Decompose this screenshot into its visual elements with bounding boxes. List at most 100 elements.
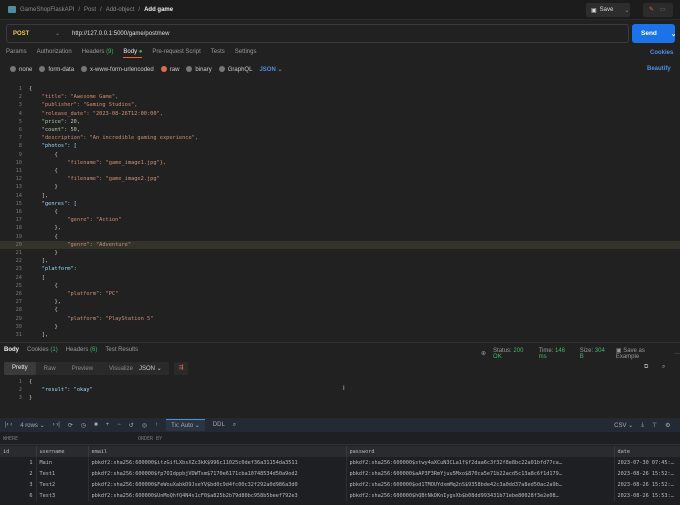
export-format-select[interactable]: CSV ⌄ (614, 422, 633, 429)
ddl-button[interactable]: DDL (213, 422, 225, 428)
cell-id[interactable]: 1 (0, 457, 37, 468)
code-line[interactable]: 13 } (0, 183, 680, 191)
divider[interactable] (0, 342, 680, 343)
add-row-icon[interactable]: + (106, 422, 110, 428)
radio-urlencoded[interactable]: x-www-form-urlencoded (81, 66, 154, 73)
cell-username[interactable]: Test3 (36, 490, 89, 501)
chevron-down-icon[interactable]: ⌄ (55, 30, 60, 37)
code-line[interactable]: 26 "platform": "PC" (0, 290, 680, 298)
code-line[interactable]: 9 { (0, 151, 680, 159)
chevron-down-icon[interactable]: ⌄ (624, 7, 629, 14)
cell-email[interactable]: pbkdf2:sha256:600000$FeWouXabkD9JseYV$bd… (88, 479, 347, 490)
tab-test-results[interactable]: Test Results (105, 347, 138, 353)
cookies-link[interactable]: Cookies (650, 50, 673, 56)
code-line[interactable]: 20 "genre": "Adventure" (0, 240, 680, 249)
column-header-id[interactable]: id (0, 446, 37, 457)
cell-date[interactable]: 2023-08-26 15:53:19 (614, 490, 680, 501)
column-header-date[interactable]: date (614, 446, 680, 457)
stop-icon[interactable]: ■ (94, 422, 98, 428)
column-header-username[interactable]: username (36, 446, 89, 457)
code-line[interactable]: 15 "genres": [ (0, 200, 680, 208)
radio-binary[interactable]: binary (186, 66, 212, 73)
code-line[interactable]: 17 "genre": "Action" (0, 216, 680, 224)
code-line[interactable]: 21 } (0, 249, 680, 257)
code-line[interactable]: 29 "platform": "PlayStation 5" (0, 315, 680, 323)
cell-email[interactable]: pbkdf2:sha256:600000$fp7OIdppbjVDWTsm$71… (88, 468, 347, 479)
cell-date[interactable]: 2023-07-30 07:45:00 (614, 457, 680, 468)
filter-icon[interactable]: ⊤ (652, 422, 657, 429)
cell-date[interactable]: 2023-08-26 15:52:32 (614, 479, 680, 490)
code-line[interactable]: 1{ (0, 85, 680, 93)
code-line[interactable]: 31 ], (0, 331, 680, 339)
code-line[interactable]: 18 }, (0, 224, 680, 232)
tab-prerequest[interactable]: Pre-request Script (152, 49, 200, 58)
code-line[interactable]: 30 } (0, 323, 680, 331)
request-body-editor[interactable]: 1{2 "title": "Awesome Game", 3 "publisher… (0, 82, 680, 342)
order-by-input[interactable]: ORDER BY (138, 436, 162, 442)
send-button[interactable]: Send ⌄ (632, 24, 676, 43)
rows-select[interactable]: 4 rows ⌄ (20, 422, 44, 429)
search-icon[interactable]: ⌕ (662, 364, 665, 371)
edit-toggle[interactable]: ✎ ▭ (643, 3, 673, 17)
code-line[interactable]: 16 { (0, 208, 680, 216)
save-button[interactable]: ▣ Save ⌄ (586, 3, 630, 17)
radio-form-data[interactable]: form-data (39, 66, 74, 73)
table-row[interactable]: 1 Main pbkdf2:sha256:600000$itzGifLXbsXZc3… (0, 457, 680, 468)
preview-icon[interactable]: ◎ (142, 422, 147, 429)
code-line[interactable]: 19 { (0, 233, 680, 241)
url-input[interactable]: http://127.0.0.1:5000/game/post/new (72, 31, 169, 37)
beautify-link[interactable]: Beautify (647, 66, 671, 72)
cell-password[interactable]: pbkdf2:sha256:600000$hQBtNkDKnIygsXb$b08… (346, 490, 615, 501)
search-icon[interactable]: ⌕ (233, 422, 236, 429)
tab-response-cookies[interactable]: Cookies (1) (27, 347, 58, 353)
view-pretty[interactable]: Pretty (4, 362, 36, 375)
code-line[interactable]: 7 "description": "An incredible gaming e… (0, 134, 680, 142)
refresh-icon[interactable]: ⟳ (68, 422, 73, 429)
next-page-icon[interactable]: › ›| (53, 422, 60, 428)
cell-password[interactable]: pbkdf2:sha256:600000$aAP3F3RmYjuu5Mxo$87… (346, 468, 615, 479)
view-preview[interactable]: Preview (64, 366, 101, 372)
download-icon[interactable]: ⤓ (641, 422, 644, 429)
code-line[interactable]: 10 "filename": "game_image1.jpg"}, (0, 159, 680, 167)
code-line[interactable]: 14 ], (0, 192, 680, 200)
save-example-button[interactable]: ▣ Save as Example (616, 347, 667, 360)
table-row[interactable]: 3 Test2 pbkdf2:sha256:600000$FeWouXabkD9Js… (0, 479, 680, 490)
code-line[interactable]: 24 [ (0, 274, 680, 282)
code-line[interactable]: 3 "publisher": "Gaming Studios", (0, 101, 680, 109)
submit-icon[interactable]: ↑ (155, 422, 158, 428)
prev-page-icon[interactable]: |‹ ‹ (5, 422, 12, 428)
cell-email[interactable]: pbkdf2:sha256:600000$UnMoQhfQ4N4s1cF0$a8… (88, 490, 347, 501)
breadcrumb-collection[interactable]: GameShopFlaskAPI (20, 7, 74, 13)
cell-username[interactable]: Main (36, 457, 89, 468)
cell-id[interactable]: 2 (0, 468, 37, 479)
tab-response-headers[interactable]: Headers (6) (66, 347, 98, 353)
cell-username[interactable]: Test1 (36, 468, 89, 479)
table-row[interactable]: 6 Test3 pbkdf2:sha256:600000$UnMoQhfQ4N4s1… (0, 490, 680, 501)
cell-id[interactable]: 3 (0, 479, 37, 490)
cell-email[interactable]: pbkdf2:sha256:600000$itzGifLXbsXZc3kK$99… (88, 457, 347, 468)
breadcrumb-subfolder[interactable]: Add-object (106, 7, 135, 13)
tx-mode-select[interactable]: Tx: Auto ⌄ (166, 419, 205, 431)
column-header-email[interactable]: email (88, 446, 347, 457)
code-line[interactable]: 25 { (0, 282, 680, 290)
code-line[interactable]: 27 }, (0, 298, 680, 306)
radio-none[interactable]: none (10, 66, 32, 73)
tab-tests[interactable]: Tests (211, 49, 225, 58)
code-line[interactable]: 6 "count": 50, (0, 126, 680, 134)
chevron-down-icon[interactable]: ⌄ (671, 30, 676, 38)
cell-date[interactable]: 2023-08-26 15:52:18 (614, 468, 680, 479)
code-line[interactable]: 28 { (0, 306, 680, 314)
cell-id[interactable]: 6 (0, 490, 37, 501)
tab-response-body[interactable]: Body (4, 347, 19, 353)
cell-password[interactable]: pbkdf2:sha256:600000$stwy4aXCuN3CLa1f$f2… (346, 457, 615, 468)
code-line[interactable]: 2 "title": "Awesome Game", (0, 93, 680, 101)
where-input[interactable]: WHERE (3, 436, 18, 442)
delete-row-icon[interactable]: − (117, 422, 121, 428)
code-line[interactable]: 8 "photos": [ (0, 142, 680, 150)
table-row[interactable]: 2 Test1 pbkdf2:sha256:600000$fp7OIdppbjVDW… (0, 468, 680, 479)
column-header-password[interactable]: password (346, 446, 615, 457)
history-icon[interactable]: ◷ (81, 422, 86, 429)
radio-raw[interactable]: raw (160, 66, 179, 73)
cell-password[interactable]: pbkdf2:sha256:600000$od1TMOUYdxmMq2nS$93… (346, 479, 615, 490)
code-line[interactable]: 5 "price": 20, (0, 118, 680, 126)
